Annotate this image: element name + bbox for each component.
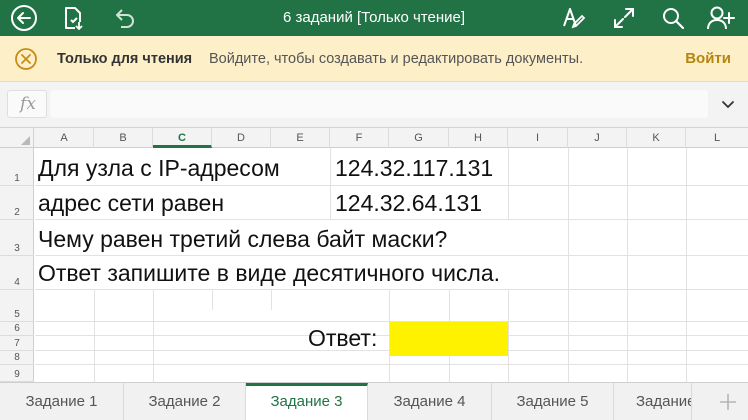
row-header[interactable]: 3: [0, 220, 34, 256]
cell-f2[interactable]: 124.32.64.131: [335, 192, 482, 215]
column-header[interactable]: A: [35, 128, 94, 148]
close-circle-icon[interactable]: [14, 47, 38, 71]
fullscreen-icon[interactable]: [609, 3, 639, 33]
chevron-down-icon[interactable]: [720, 97, 736, 113]
sheet-tab[interactable]: Задание 4: [368, 383, 492, 420]
file-save-icon[interactable]: [58, 3, 88, 33]
cell-f1[interactable]: 124.32.117.131: [335, 157, 493, 180]
answer-cell[interactable]: [390, 322, 508, 356]
column-header[interactable]: J: [568, 128, 627, 148]
gridline: [35, 364, 748, 365]
search-icon[interactable]: [658, 3, 688, 33]
fx-icon: fx: [20, 94, 36, 114]
title-bar: 6 заданий [Только чтение]: [0, 0, 748, 36]
gridline: [212, 290, 213, 310]
formula-bar: fx: [0, 82, 748, 128]
column-header[interactable]: K: [627, 128, 686, 148]
column-header[interactable]: E: [271, 128, 330, 148]
sheet-tabs-bar: Задание 1 Задание 2 Задание 3 Задание 4 …: [0, 382, 748, 420]
gridline: [508, 148, 509, 220]
read-only-message: Войдите, чтобы создавать и редактировать…: [209, 51, 584, 67]
row-header[interactable]: 2: [0, 186, 34, 220]
row-header-column: 1 2 3 4 5 6 7 8 9: [0, 148, 34, 382]
gridline: [627, 148, 628, 382]
draw-icon[interactable]: [559, 3, 589, 33]
gridline: [35, 219, 748, 220]
sign-in-button[interactable]: Войти: [685, 36, 731, 82]
sheet-tab[interactable]: Задание 2: [124, 383, 246, 420]
row-header[interactable]: 4: [0, 256, 34, 290]
read-only-banner: Только для чтения Войдите, чтобы создава…: [0, 36, 748, 82]
plus-icon[interactable]: [708, 383, 748, 420]
column-header[interactable]: F: [330, 128, 389, 148]
column-header[interactable]: D: [212, 128, 271, 148]
gridline: [271, 290, 272, 310]
sheet-tab-active[interactable]: Задание 3: [246, 383, 368, 420]
gridline: [153, 290, 154, 310]
cell-a4[interactable]: Ответ запишите в виде десятичного числа.: [38, 262, 500, 285]
sheet-tab[interactable]: Задание 5: [492, 383, 614, 420]
back-icon[interactable]: [9, 3, 39, 33]
answer-label[interactable]: Ответ:: [308, 327, 377, 350]
formula-input[interactable]: [50, 90, 708, 118]
cell-a2[interactable]: адрес сети равен: [38, 192, 224, 215]
gridline: [330, 148, 331, 220]
column-header[interactable]: G: [389, 128, 449, 148]
spreadsheet-grid[interactable]: A B C D E F G H I J K L 1 2 3 4 5 6 7 8 …: [0, 128, 748, 382]
column-header[interactable]: I: [508, 128, 568, 148]
gridline: [686, 148, 687, 382]
add-person-icon[interactable]: [706, 3, 736, 33]
gridline: [35, 185, 748, 186]
row-header[interactable]: 9: [0, 365, 34, 382]
read-only-label: Только для чтения: [57, 51, 193, 67]
sheet-tab[interactable]: Задание 1: [0, 383, 124, 420]
row-header[interactable]: 7: [0, 336, 34, 351]
sheet-tab[interactable]: Задание 6: [614, 383, 692, 420]
cell-a3[interactable]: Чему равен третий слева байт маски?: [38, 228, 447, 251]
gridline: [508, 290, 509, 382]
column-header[interactable]: H: [449, 128, 508, 148]
column-header[interactable]: L: [686, 128, 748, 148]
column-header-selected[interactable]: C: [153, 128, 212, 148]
row-header[interactable]: 6: [0, 322, 34, 336]
gridline: [568, 148, 569, 382]
column-header[interactable]: B: [94, 128, 153, 148]
fx-button[interactable]: fx: [7, 90, 47, 118]
gridline: [35, 289, 748, 290]
gridline: [94, 290, 95, 310]
column-header-row: A B C D E F G H I J K L: [0, 128, 748, 148]
row-header[interactable]: 8: [0, 351, 34, 365]
row-header[interactable]: 5: [0, 290, 34, 322]
cell-a1[interactable]: Для узла с IP-адресом: [38, 157, 280, 180]
undo-icon[interactable]: [108, 3, 138, 33]
select-all-corner[interactable]: [0, 128, 34, 148]
row-header[interactable]: 1: [0, 148, 34, 186]
gridline: [35, 255, 748, 256]
